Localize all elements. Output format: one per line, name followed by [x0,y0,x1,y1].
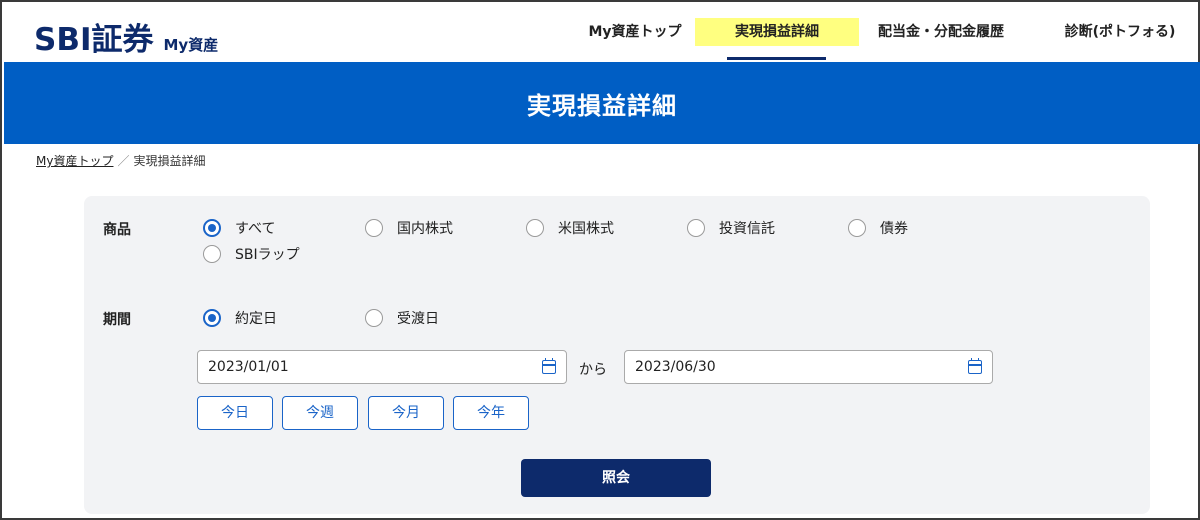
quick-today-button[interactable]: 今日 [197,396,273,430]
radio-button [203,309,221,327]
site-header: SBI証券 My資産 My資産トップ 実現損益詳細 配当金・分配金履歴 診断(ポ… [2,2,1198,60]
browser-frame: SBI証券 My資産 My資産トップ 実現損益詳細 配当金・分配金履歴 診断(ポ… [0,0,1200,520]
radio-button [365,309,383,327]
breadcrumb-link-my-assets[interactable]: My資産トップ [36,154,113,168]
active-nav-underline [727,57,826,60]
date-to-value: 2023/06/30 [635,359,716,375]
radio-period-settlement-date[interactable]: 受渡日 [365,308,439,328]
calendar-icon[interactable] [968,358,982,374]
radio-product-domestic-stock[interactable]: 国内株式 [365,218,453,238]
radio-label: 債券 [880,221,908,237]
quick-this-week-button[interactable]: 今週 [282,396,358,430]
radio-product-us-stock[interactable]: 米国株式 [526,218,614,238]
period-label: 期間 [103,312,131,328]
date-to-input[interactable]: 2023/06/30 [624,350,993,384]
quick-this-year-button[interactable]: 今年 [453,396,529,430]
radio-button [526,219,544,237]
radio-label: 約定日 [235,311,277,327]
page-title-bar: 実現損益詳細 [4,62,1200,144]
date-range-separator: から [579,362,607,378]
radio-label: 国内株式 [397,221,453,237]
breadcrumb: My資産トップ ／実現損益詳細 [36,152,206,169]
radio-label: 米国株式 [558,221,614,237]
radio-label: 受渡日 [397,311,439,327]
radio-period-trade-date[interactable]: 約定日 [203,308,277,328]
date-from-value: 2023/01/01 [208,359,289,375]
radio-product-sbi-wrap[interactable]: SBIラップ [203,244,300,264]
radio-product-investment-trust[interactable]: 投資信託 [687,218,775,238]
radio-button [687,219,705,237]
radio-label: すべて [235,221,276,237]
radio-button [203,219,221,237]
radio-button [848,219,866,237]
nav-my-assets-top[interactable]: My資産トップ [580,18,690,46]
inquiry-submit-button[interactable]: 照会 [521,459,711,497]
top-nav: My資産トップ 実現損益詳細 配当金・分配金履歴 診断(ポトフォる) [2,18,1198,48]
nav-portfolio-diagnosis[interactable]: 診断(ポトフォる) [1054,18,1186,46]
breadcrumb-current: 実現損益詳細 [133,154,206,168]
calendar-icon[interactable] [542,358,556,374]
product-label: 商品 [103,222,131,238]
quick-this-month-button[interactable]: 今月 [368,396,444,430]
page-title: 実現損益詳細 [527,91,677,120]
radio-button [365,219,383,237]
nav-realized-pl-detail[interactable]: 実現損益詳細 [695,18,859,46]
radio-button [203,245,221,263]
radio-label: 投資信託 [719,221,775,237]
date-from-input[interactable]: 2023/01/01 [197,350,567,384]
nav-dividend-history[interactable]: 配当金・分配金履歴 [866,18,1016,46]
radio-product-all[interactable]: すべて [203,218,275,238]
breadcrumb-separator: ／ [117,154,130,168]
radio-product-bond[interactable]: 債券 [848,218,908,238]
radio-label: SBIラップ [235,247,300,263]
